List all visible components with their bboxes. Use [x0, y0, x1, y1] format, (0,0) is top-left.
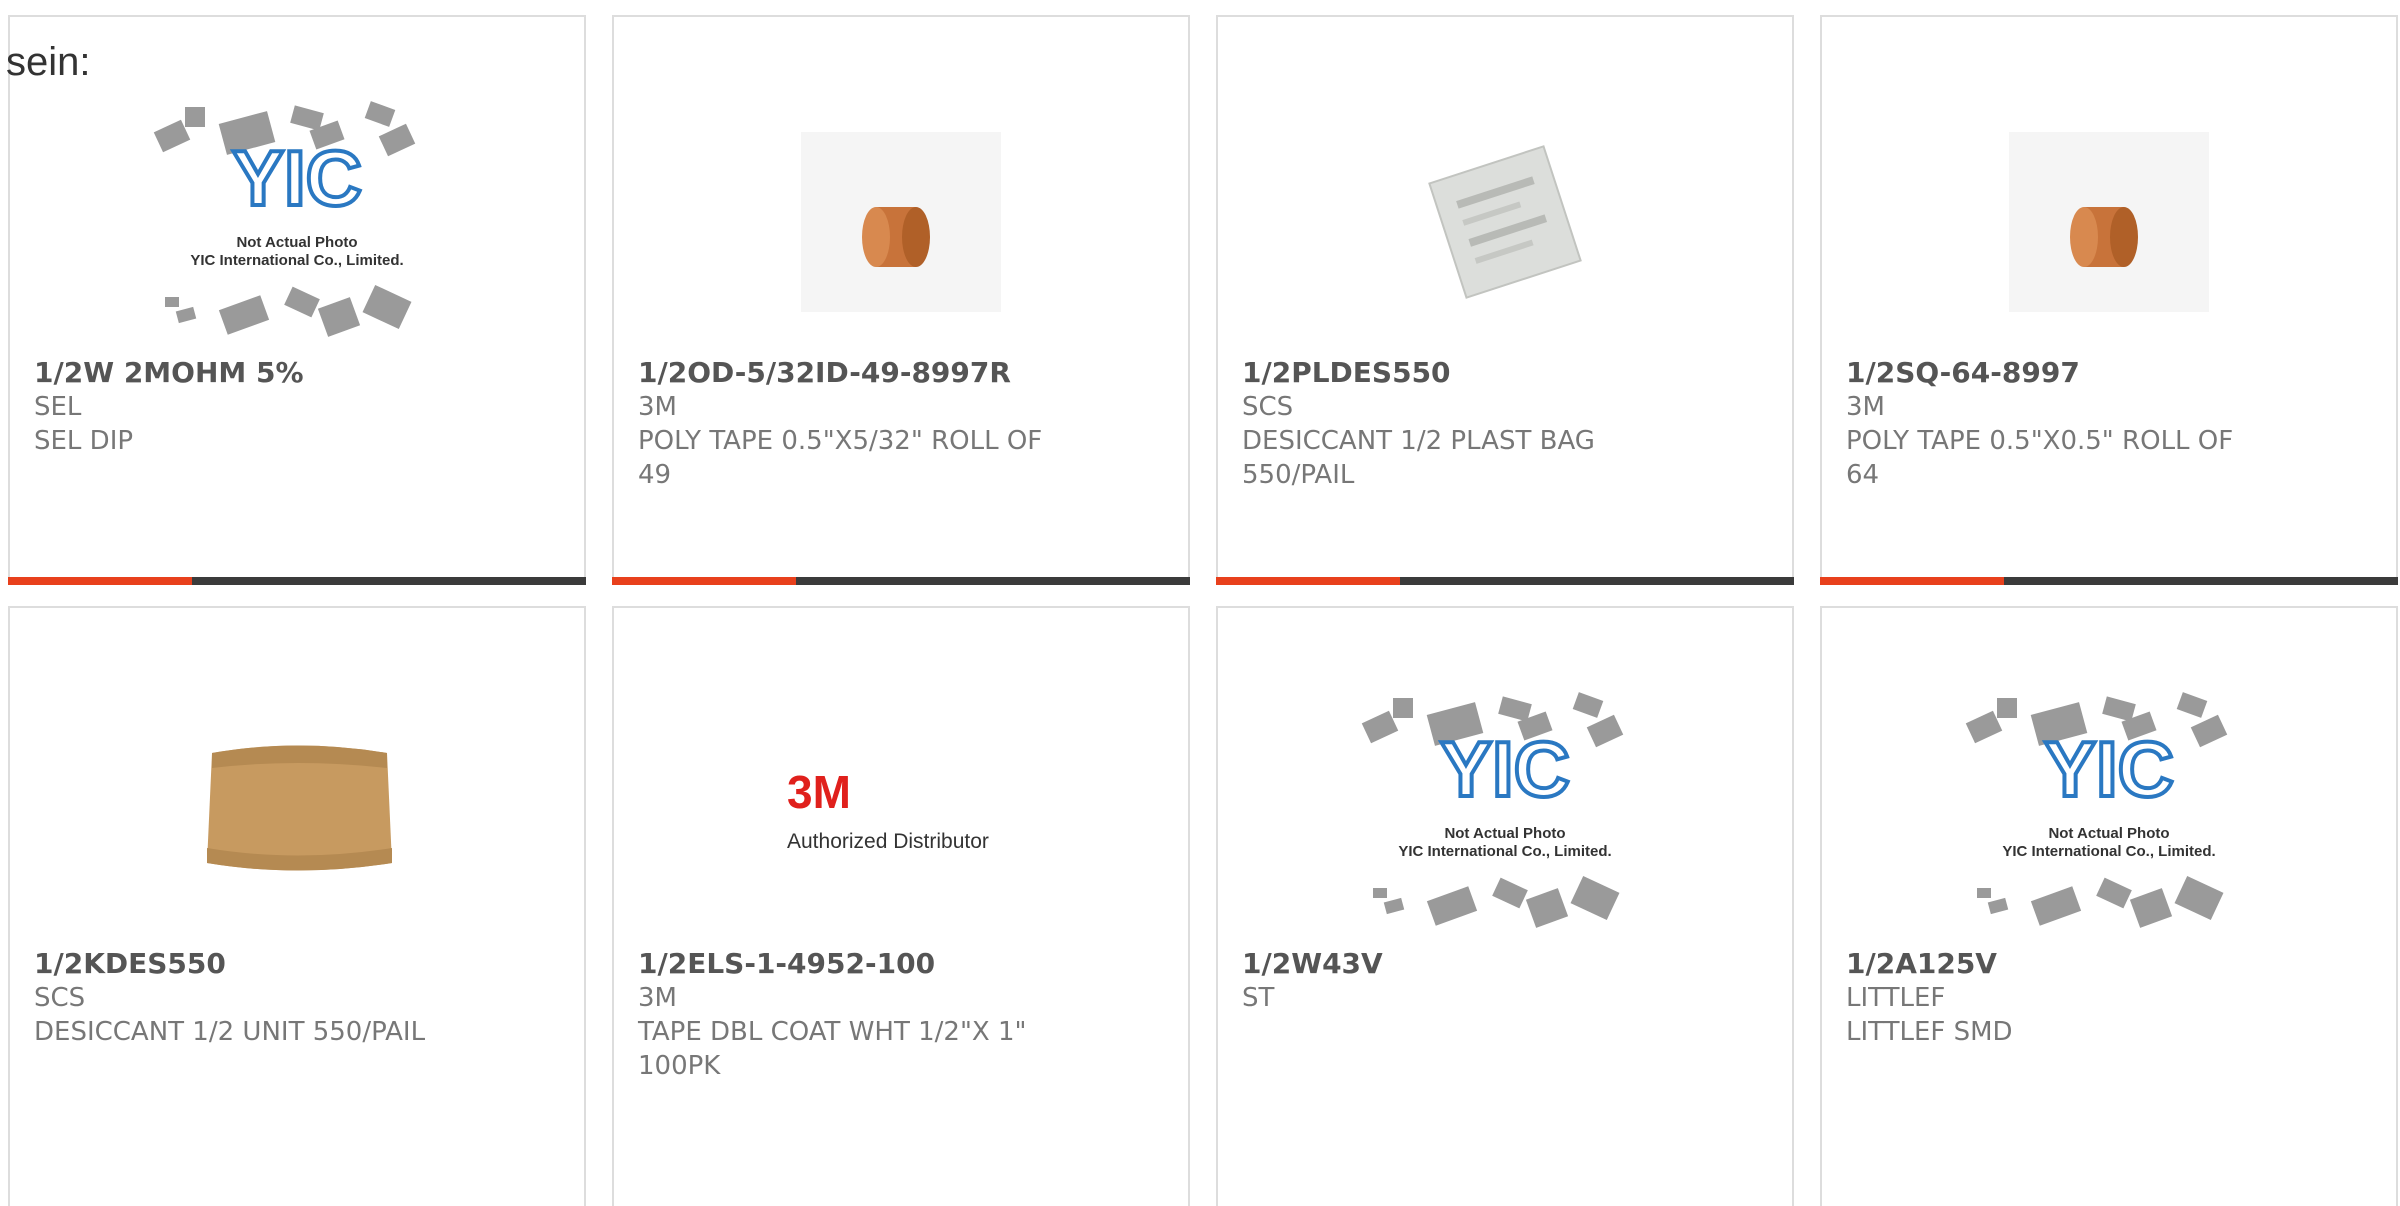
product-card[interactable]: 1/2PLDES550 SCS DESICCANT 1/2 PLAST BAG … [1216, 15, 1794, 585]
svg-text:YIC: YIC [2044, 725, 2174, 813]
intro-text: sein: [6, 40, 91, 84]
manufacturer: 3M [638, 392, 677, 422]
svg-text:Authorized Distributor: Authorized Distributor [787, 830, 989, 853]
svg-text:YIC: YIC [232, 134, 362, 222]
placeholder-image: YIC Not Actual Photo YIC International C… [1218, 663, 1792, 963]
part-number[interactable]: 1/2A125V [1846, 947, 2266, 981]
manufacturer: SEL [34, 392, 82, 422]
part-number[interactable]: 1/2SQ-64-8997 [1846, 356, 2266, 390]
description: LITTLEF SMD [1846, 1017, 2013, 1047]
product-card[interactable]: YIC Not Actual Photo YIC International C… [1820, 606, 2398, 1206]
product-card[interactable]: 1/2KDES550 SCS DESICCANT 1/2 UNIT 550/PA… [8, 606, 586, 1206]
part-number[interactable]: 1/2W 2MOHM 5% [34, 356, 454, 390]
svg-text:Not Actual Photo: Not Actual Photo [1444, 825, 1565, 842]
card-divider-bar [612, 577, 1190, 585]
product-card[interactable]: 1/2OD-5/32ID-49-8997R 3M POLY TAPE 0.5"X… [612, 15, 1190, 585]
svg-text:YIC International Co., Limited: YIC International Co., Limited. [1398, 843, 1611, 860]
kraft-pouch-image [10, 663, 584, 963]
description: POLY TAPE 0.5"X5/32" ROLL OF 49 [638, 426, 1043, 490]
placeholder-image: YIC Not Actual Photo YIC International C… [10, 72, 584, 372]
description: DESICCANT 1/2 UNIT 550/PAIL [34, 1017, 426, 1047]
description: DESICCANT 1/2 PLAST BAG 550/PAIL [1242, 426, 1595, 490]
tape-roll-image [1822, 72, 2396, 372]
description: TAPE DBL COAT WHT 1/2"X 1" 100PK [638, 1017, 1027, 1081]
product-card[interactable]: 3M Authorized Distributor 1/2ELS-1-4952-… [612, 606, 1190, 1206]
description: SEL DIP [34, 426, 134, 456]
placeholder-image: YIC Not Actual Photo YIC International C… [1822, 663, 2396, 963]
svg-text:Not Actual Photo: Not Actual Photo [2048, 825, 2169, 842]
product-card[interactable]: 1/2SQ-64-8997 3M POLY TAPE 0.5"X0.5" ROL… [1820, 15, 2398, 585]
part-number[interactable]: 1/2W43V [1242, 947, 1662, 981]
desiccant-bag-image [1218, 72, 1792, 372]
tape-roll-image [614, 72, 1188, 372]
svg-text:YIC International Co., Limited: YIC International Co., Limited. [190, 252, 403, 269]
card-divider-bar [1820, 577, 2398, 585]
svg-text:3M: 3M [787, 766, 851, 818]
card-divider-bar [1216, 577, 1794, 585]
card-divider-bar [8, 577, 586, 585]
manufacturer: SCS [34, 983, 86, 1013]
manufacturer: 3M [1846, 392, 1885, 422]
svg-text:Not Actual Photo: Not Actual Photo [236, 234, 357, 251]
manufacturer: 3M [638, 983, 677, 1013]
part-number[interactable]: 1/2PLDES550 [1242, 356, 1662, 390]
3m-logo-image: 3M Authorized Distributor [614, 663, 1188, 963]
manufacturer: SCS [1242, 392, 1294, 422]
manufacturer: ST [1242, 983, 1275, 1013]
part-number[interactable]: 1/2KDES550 [34, 947, 454, 981]
product-card[interactable]: YIC Not Actual Photo YIC International C… [1216, 606, 1794, 1206]
part-number[interactable]: 1/2ELS-1-4952-100 [638, 947, 1058, 981]
product-card[interactable]: YIC Not Actual Photo YIC International C… [8, 15, 586, 585]
svg-text:YIC: YIC [1440, 725, 1570, 813]
svg-text:YIC International Co., Limited: YIC International Co., Limited. [2002, 843, 2215, 860]
description: POLY TAPE 0.5"X0.5" ROLL OF 64 [1846, 426, 2234, 490]
part-number[interactable]: 1/2OD-5/32ID-49-8997R [638, 356, 1058, 390]
manufacturer: LITTLEF [1846, 983, 1946, 1013]
